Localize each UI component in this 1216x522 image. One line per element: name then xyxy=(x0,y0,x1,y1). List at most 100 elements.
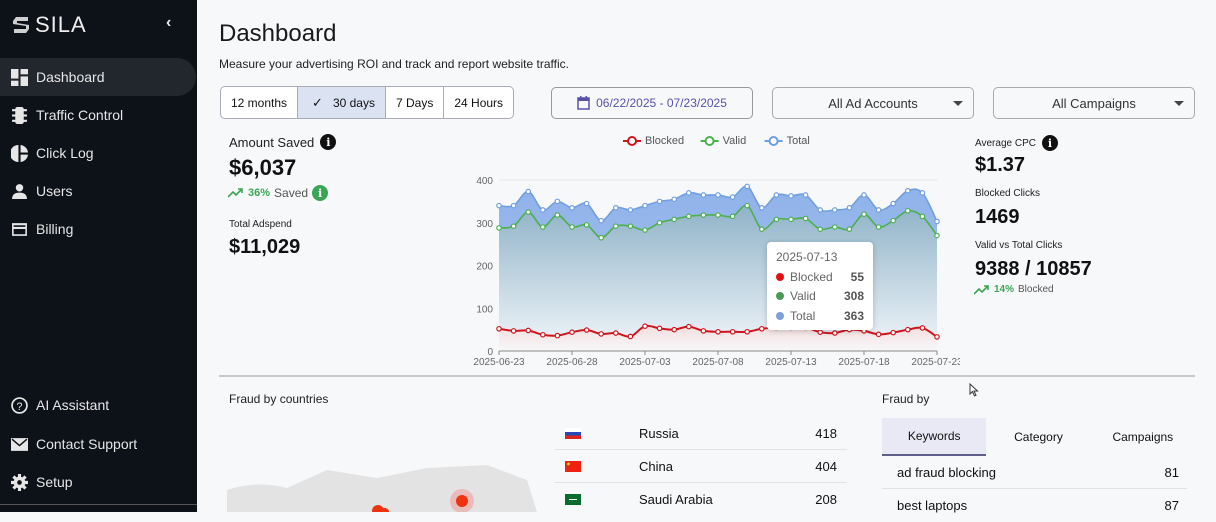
blocked-percent: 14% xyxy=(994,284,1015,295)
info-icon[interactable]: i xyxy=(320,134,337,150)
point-valid xyxy=(583,222,590,228)
country-row[interactable]: China 404 xyxy=(555,451,847,483)
traffic-light-icon xyxy=(12,106,27,124)
legend-valid: Valid xyxy=(723,135,747,147)
mail-icon xyxy=(11,437,28,451)
info-icon[interactable]: i xyxy=(312,185,329,201)
range-30-days[interactable]: ✓ 30 days xyxy=(298,87,386,118)
tab-keywords[interactable]: Keywords xyxy=(882,418,987,456)
country-row[interactable]: Russia 418 xyxy=(555,418,847,450)
campaigns-select[interactable]: All Campaigns xyxy=(993,87,1195,119)
collapse-sidebar-button[interactable]: ‹ xyxy=(166,14,171,32)
x-tick-label: 2025-06-23 xyxy=(473,357,525,368)
legend-marker xyxy=(704,136,715,146)
y-tick-label: 400 xyxy=(476,176,493,187)
point-valid xyxy=(817,226,824,232)
valid-dot-icon xyxy=(776,292,784,301)
sidebar-item-dashboard[interactable]: Dashboard xyxy=(0,58,196,96)
saved-text: Saved xyxy=(274,186,309,200)
info-icon[interactable]: i xyxy=(1041,135,1058,151)
sidebar-item-setup[interactable]: Setup xyxy=(0,463,197,501)
tab-category[interactable]: Category xyxy=(986,418,1090,456)
point-total xyxy=(715,192,721,198)
x-tick-label: 2025-07-03 xyxy=(619,357,671,368)
logo[interactable]: SILA xyxy=(10,12,87,38)
point-blocked xyxy=(904,326,911,333)
point-total xyxy=(890,200,897,207)
credit-card-icon xyxy=(12,222,27,236)
country-value: 418 xyxy=(815,426,837,441)
chart-tooltip: 2025-07-13 Blocked 55 Valid 308 Total 363 xyxy=(767,242,873,330)
total-adspend-value: $11,029 xyxy=(229,236,301,258)
brand-name: SILA xyxy=(35,12,87,37)
range-label: 30 days xyxy=(332,95,375,110)
sidebar-item-click-log[interactable]: Click Log xyxy=(0,134,197,172)
point-valid xyxy=(934,232,940,239)
point-total xyxy=(729,194,736,200)
sidebar-item-label: Click Log xyxy=(36,145,94,161)
x-tick-label: 2025-07-13 xyxy=(765,357,817,368)
keyword-name: ad fraud blocking xyxy=(897,465,997,480)
sidebar-item-contact-support[interactable]: Contact Support xyxy=(0,425,197,463)
point-valid xyxy=(773,216,780,223)
point-blocked xyxy=(583,327,590,333)
mouse-cursor-icon xyxy=(969,383,979,397)
range-12-months[interactable]: 12 months xyxy=(221,87,299,118)
point-valid xyxy=(671,216,678,223)
point-valid xyxy=(846,226,853,232)
russia-flag-icon xyxy=(565,428,581,439)
range-label: 12 months xyxy=(231,95,288,110)
saudi-arabia-flag-icon xyxy=(565,494,581,505)
point-total xyxy=(861,192,867,198)
point-blocked xyxy=(934,334,940,340)
point-valid xyxy=(758,226,765,232)
point-total xyxy=(496,202,502,209)
point-total xyxy=(919,190,926,196)
label-text: Average CPC xyxy=(975,137,1036,149)
time-range-selector: 12 months ✓ 30 days 7 Days 24 Hours xyxy=(220,86,515,119)
point-total xyxy=(671,196,678,203)
keyword-row[interactable]: best laptops 87 xyxy=(882,490,1187,522)
amount-saved-value: $6,037 xyxy=(229,155,297,180)
point-total xyxy=(656,198,663,205)
point-total xyxy=(934,218,940,225)
country-row[interactable]: Saudi Arabia 208 xyxy=(555,484,847,516)
point-valid xyxy=(715,212,721,218)
point-blocked xyxy=(817,329,824,335)
blocked-clicks-label: Blocked Clicks xyxy=(975,188,1041,199)
point-blocked xyxy=(715,328,721,335)
date-range-picker[interactable]: 06/22/2025 - 07/23/2025 xyxy=(551,87,753,119)
total-dot-icon xyxy=(776,311,784,320)
tooltip-row-total: Total 363 xyxy=(776,306,864,326)
range-7-days[interactable]: 7 Days xyxy=(386,87,445,118)
point-total xyxy=(510,202,517,209)
series-name: Blocked xyxy=(790,269,833,284)
calendar-icon xyxy=(577,96,590,110)
keyword-row[interactable]: ad fraud blocking 81 xyxy=(882,457,1187,489)
sidebar-item-billing[interactable]: Billing xyxy=(0,210,197,248)
label-text: Amount Saved xyxy=(229,134,315,150)
point-valid xyxy=(642,227,648,233)
country-value: 404 xyxy=(815,459,837,474)
point-blocked xyxy=(919,325,926,331)
point-valid xyxy=(525,209,532,215)
tab-campaigns[interactable]: Campaigns xyxy=(1091,418,1195,456)
range-24-hours[interactable]: 24 Hours xyxy=(444,87,513,118)
legend-total: Total xyxy=(787,135,810,147)
range-label: 24 Hours xyxy=(454,95,504,110)
divider xyxy=(0,504,197,505)
tooltip-row-valid: Valid 308 xyxy=(776,287,864,307)
point-blocked xyxy=(890,329,897,336)
ad-accounts-select[interactable]: All Ad Accounts xyxy=(772,87,974,119)
point-blocked xyxy=(700,328,707,334)
sidebar-item-traffic-control[interactable]: Traffic Control xyxy=(0,96,197,134)
sidebar-item-users[interactable]: Users xyxy=(0,172,197,210)
x-tick-label: 2025-06-28 xyxy=(546,357,598,368)
point-blocked xyxy=(686,323,692,330)
sidebar: SILA ‹ Dashboard Traffic Control Click L… xyxy=(0,0,197,512)
sidebar-item-ai-assistant[interactable]: ? AI Assistant xyxy=(0,386,197,424)
point-valid xyxy=(627,223,634,229)
point-valid xyxy=(656,219,663,226)
sidebar-item-label: Billing xyxy=(36,221,74,237)
keyword-value: 87 xyxy=(1164,498,1179,513)
